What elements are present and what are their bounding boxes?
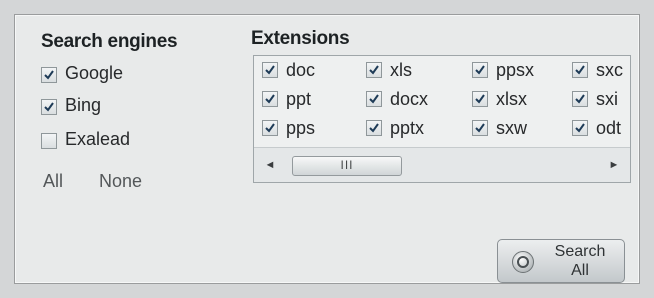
- check-icon: [575, 65, 585, 75]
- select-none-engines-link[interactable]: None: [99, 171, 142, 192]
- ext-sxw-label: sxw: [496, 118, 527, 138]
- ext-ppt-checkbox[interactable]: [262, 91, 278, 107]
- check-icon: [265, 65, 275, 75]
- ext-sxi-label: sxi: [596, 89, 618, 109]
- ext-pptx-checkbox[interactable]: [366, 120, 382, 136]
- ext-xlsx-checkbox[interactable]: [472, 91, 488, 107]
- ext-ppt-label: ppt: [286, 89, 312, 109]
- select-all-engines-link[interactable]: All: [43, 171, 63, 192]
- check-icon: [265, 123, 275, 133]
- scroll-right-arrow-icon[interactable]: ►: [608, 157, 620, 173]
- search-panel: Search engines Google Bing Exalead All N…: [14, 14, 640, 284]
- search-all-line2: All: [571, 262, 589, 279]
- check-icon: [44, 70, 54, 80]
- ext-ppsx-checkbox[interactable]: [472, 62, 488, 78]
- ext-pps-checkbox[interactable]: [262, 120, 278, 136]
- check-icon: [475, 94, 485, 104]
- extensions-horizontal-scrollbar[interactable]: ◄ III ►: [254, 147, 630, 182]
- search-globe-icon: [512, 251, 534, 273]
- check-icon: [369, 123, 379, 133]
- ext-doc-checkbox[interactable]: [262, 62, 278, 78]
- extensions-list[interactable]: doc xls ppsx sxc ppt docx xlsx sxi pps p…: [253, 55, 631, 183]
- scroll-left-arrow-icon[interactable]: ◄: [264, 157, 276, 173]
- check-icon: [575, 123, 585, 133]
- ext-sxc-checkbox[interactable]: [572, 62, 588, 78]
- check-icon: [44, 102, 54, 112]
- ext-docx-label: docx: [390, 89, 429, 109]
- check-icon: [575, 94, 585, 104]
- check-icon: [265, 94, 275, 104]
- check-icon: [475, 123, 485, 133]
- ext-pps-label: pps: [286, 118, 316, 138]
- exalead-label: Exalead: [65, 129, 131, 149]
- extensions-heading: Extensions: [251, 28, 350, 49]
- search-all-button[interactable]: Search All: [497, 239, 625, 283]
- bing-label: Bing: [65, 95, 102, 115]
- ext-odt-checkbox[interactable]: [572, 120, 588, 136]
- check-icon: [369, 94, 379, 104]
- search-all-line1: Search: [554, 243, 606, 260]
- ext-doc-label: doc: [286, 60, 316, 80]
- ext-pptx-label: pptx: [390, 118, 425, 138]
- ext-xls-checkbox[interactable]: [366, 62, 382, 78]
- ext-sxc-label: sxc: [596, 60, 623, 80]
- ext-docx-checkbox[interactable]: [366, 91, 382, 107]
- ext-sxw-checkbox[interactable]: [472, 120, 488, 136]
- check-icon: [369, 65, 379, 75]
- ext-xlsx-label: xlsx: [496, 89, 527, 109]
- search-all-button-label: Search All: [544, 242, 616, 280]
- google-label: Google: [65, 63, 124, 83]
- ext-odt-label: odt: [596, 118, 622, 138]
- ext-ppsx-label: ppsx: [496, 60, 535, 80]
- scroll-thumb[interactable]: III: [292, 156, 402, 176]
- check-icon: [475, 65, 485, 75]
- bing-checkbox[interactable]: [41, 99, 57, 115]
- google-checkbox[interactable]: [41, 67, 57, 83]
- ext-sxi-checkbox[interactable]: [572, 91, 588, 107]
- ext-xls-label: xls: [390, 60, 412, 80]
- exalead-checkbox[interactable]: [41, 133, 57, 149]
- search-engines-heading: Search engines: [41, 31, 178, 52]
